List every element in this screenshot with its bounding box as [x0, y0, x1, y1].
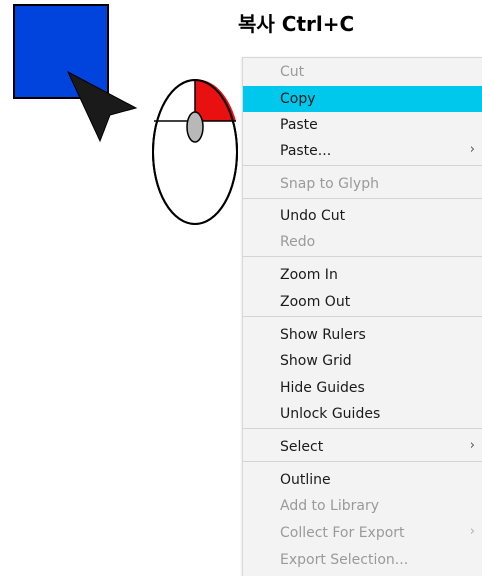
- menu-separator: [243, 198, 482, 199]
- menu-separator: [243, 316, 482, 317]
- menu-item-export-selection[interactable]: Export Selection...: [243, 547, 482, 573]
- menu-item-undo-cut[interactable]: Undo Cut: [243, 203, 482, 229]
- mouse-left-click-icon: [152, 79, 238, 225]
- menu-item-zoom-in[interactable]: Zoom In: [243, 262, 482, 288]
- menu-item-snap-to-glyph[interactable]: Snap to Glyph: [243, 171, 482, 197]
- menu-item-paste-special[interactable]: Paste... ›: [243, 138, 482, 164]
- menu-item-add-to-library[interactable]: Add to Library: [243, 493, 482, 519]
- submenu-arrow-icon: ›: [469, 524, 475, 539]
- shortcut-caption: 복사 Ctrl+C: [238, 12, 355, 36]
- menu-item-select[interactable]: Select ›: [243, 434, 482, 460]
- menu-item-paste[interactable]: Paste: [243, 112, 482, 138]
- submenu-arrow-icon: ›: [469, 142, 475, 157]
- blue-square-icon: [13, 4, 109, 99]
- menu-item-copy[interactable]: Copy: [243, 86, 482, 112]
- menu-separator: [243, 256, 482, 257]
- menu-item-redo[interactable]: Redo: [243, 229, 482, 255]
- menu-item-hide-guides[interactable]: Hide Guides: [243, 375, 482, 401]
- menu-item-zoom-out[interactable]: Zoom Out: [243, 289, 482, 315]
- menu-separator: [243, 165, 482, 166]
- menu-item-outline[interactable]: Outline: [243, 467, 482, 493]
- menu-item-cut[interactable]: Cut: [243, 59, 482, 85]
- menu-item-show-rulers[interactable]: Show Rulers: [243, 322, 482, 348]
- menu-item-unlock-guides[interactable]: Unlock Guides: [243, 401, 482, 427]
- submenu-arrow-icon: ›: [469, 438, 475, 453]
- menu-item-show-grid[interactable]: Show Grid: [243, 348, 482, 374]
- menu-separator: [243, 428, 482, 429]
- menu-item-collect-for-export[interactable]: Collect For Export ›: [243, 520, 482, 546]
- menu-separator: [243, 461, 482, 462]
- cursor-arrow-icon: [66, 70, 138, 143]
- context-menu: Cut Copy Paste Paste... › Snap to Glyph U…: [242, 57, 482, 576]
